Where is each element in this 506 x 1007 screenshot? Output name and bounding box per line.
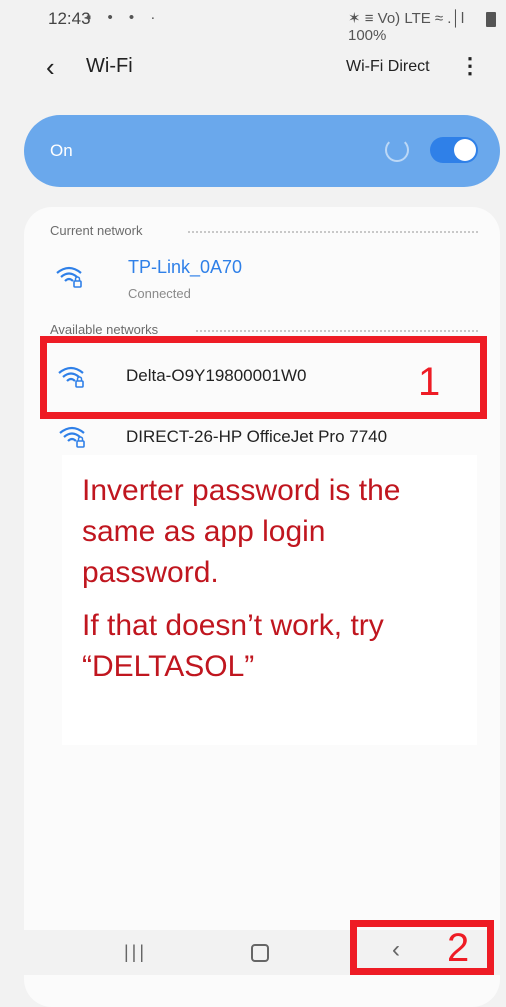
current-network-label: Current network [50,223,143,238]
wifi-toggle-label: On [50,141,73,160]
wifi-toggle-card[interactable] [24,115,500,187]
battery-icon [486,12,496,27]
status-icons: ✶ ≡ Vo) LTE ≈ .│l 100% [348,9,506,44]
current-network-name[interactable]: TP-Link_0A70 [128,257,242,278]
battery-percent: 100% [348,27,387,44]
section-divider [188,231,478,233]
notification-icons: ▪ • • · [86,9,162,26]
wifi-direct-button[interactable]: Wi-Fi Direct [346,58,430,76]
highlight-box-2 [350,920,494,975]
back-arrow-icon[interactable]: ‹ [46,52,74,82]
annotation-number-1: 1 [418,360,441,404]
wifi-lock-icon [56,266,82,288]
scanning-spinner-icon [385,138,409,162]
status-time: 12:43 [48,9,91,28]
wifi-lock-icon [59,426,85,448]
system-status-icons: ✶ ≡ Vo) LTE ≈ .│l [348,10,465,27]
wifi-switch-knob [454,139,476,161]
home-icon[interactable] [251,944,269,962]
section-divider [196,330,478,332]
annotation-number-2: 2 [447,926,470,970]
recents-icon[interactable]: ||| [124,942,147,963]
more-options-icon[interactable]: ⋮ [459,50,481,82]
callout-text-1: Inverter password is the same as app log… [82,474,401,589]
available-networks-label: Available networks [50,322,159,337]
current-network-status: Connected [128,286,191,301]
page-title: Wi-Fi [86,55,133,77]
network-item[interactable]: DIRECT-26-HP OfficeJet Pro 7740 [126,427,387,447]
callout-text-2: If that doesn’t work, try “DELTASOL” [82,609,384,683]
